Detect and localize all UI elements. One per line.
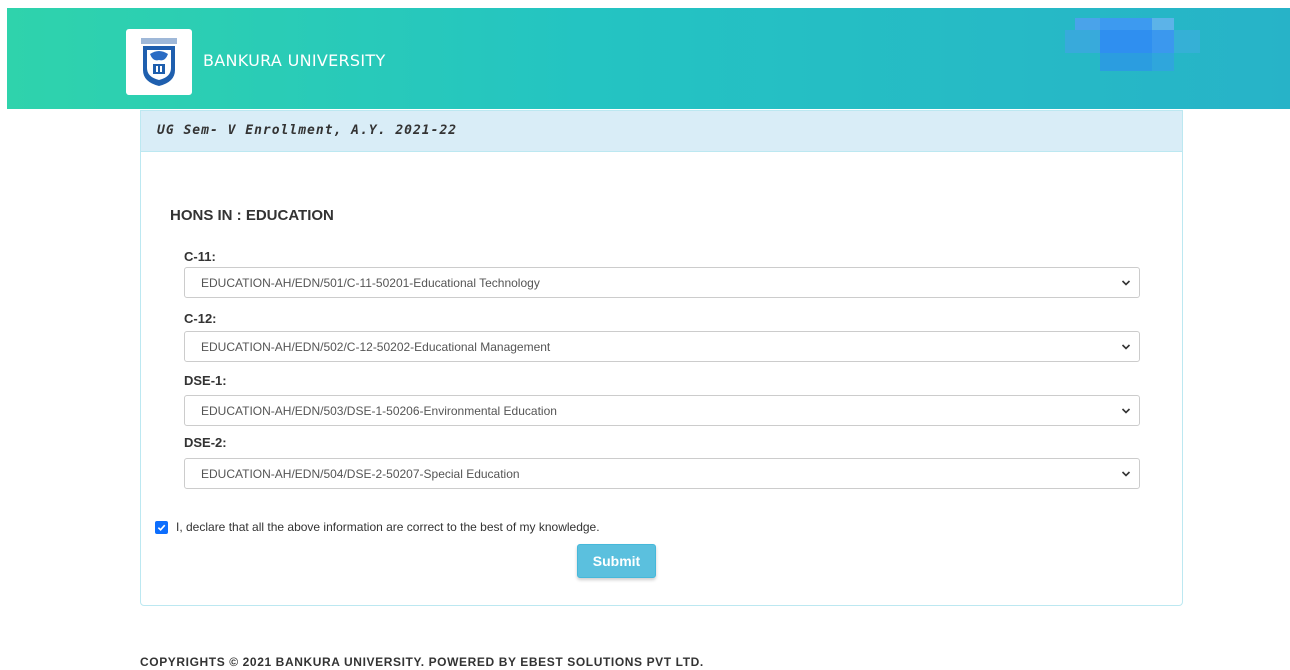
chevron-down-icon (1121, 471, 1131, 477)
panel-heading: UG Sem- V Enrollment, A.Y. 2021-22 (141, 111, 1182, 152)
checkmark-icon (157, 524, 166, 531)
declaration-row: I, declare that all the above informatio… (155, 520, 600, 534)
user-profile-menu[interactable] (1065, 18, 1200, 71)
university-logo[interactable] (126, 29, 192, 95)
dse1-select[interactable]: EDUCATION-AH/EDN/503/DSE-1-50206-Environ… (184, 395, 1140, 426)
field-label-dse1: DSE-1: (184, 373, 227, 388)
chevron-down-icon (1121, 408, 1131, 414)
university-crest-icon (141, 38, 177, 86)
field-label-dse2: DSE-2: (184, 435, 227, 450)
submit-button[interactable]: Submit (577, 544, 656, 578)
chevron-down-icon (1121, 344, 1131, 350)
dse2-select[interactable]: EDUCATION-AH/EDN/504/DSE-2-50207-Special… (184, 458, 1140, 489)
c12-select[interactable]: EDUCATION-AH/EDN/502/C-12-50202-Educatio… (184, 331, 1140, 362)
dse2-select-value: EDUCATION-AH/EDN/504/DSE-2-50207-Special… (201, 467, 520, 481)
declaration-checkbox[interactable] (155, 520, 168, 534)
c11-select[interactable]: EDUCATION-AH/EDN/501/C-11-50201-Educatio… (184, 267, 1140, 298)
field-label-c11: C-11: (184, 249, 216, 264)
enrollment-panel: UG Sem- V Enrollment, A.Y. 2021-22 HONS … (140, 110, 1183, 606)
c11-select-value: EDUCATION-AH/EDN/501/C-11-50201-Educatio… (201, 276, 540, 290)
brand-name[interactable]: BANKURA UNIVERSITY (203, 51, 386, 70)
section-title: HONS IN : EDUCATION (170, 207, 334, 224)
chevron-down-icon (1121, 280, 1131, 286)
declaration-text: I, declare that all the above informatio… (176, 520, 600, 534)
field-label-c12: C-12: (184, 311, 217, 326)
top-header: BANKURA UNIVERSITY (7, 8, 1290, 109)
dse1-select-value: EDUCATION-AH/EDN/503/DSE-1-50206-Environ… (201, 404, 557, 418)
c12-select-value: EDUCATION-AH/EDN/502/C-12-50202-Educatio… (201, 340, 551, 354)
footer-copyright: COPYRIGHTS © 2021 BANKURA UNIVERSITY. PO… (140, 655, 704, 669)
